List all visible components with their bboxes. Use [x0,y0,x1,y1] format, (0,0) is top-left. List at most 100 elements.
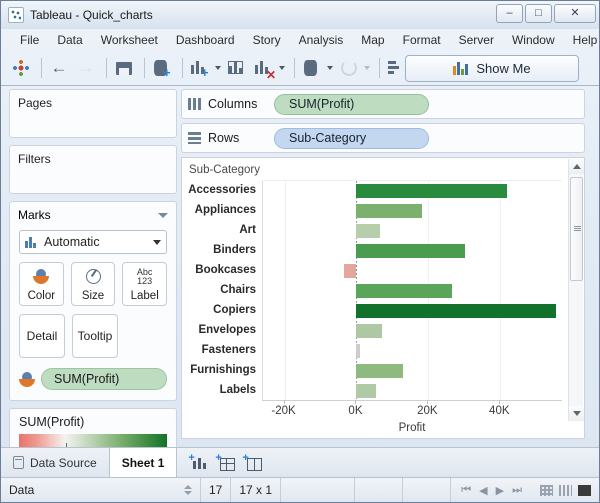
view-grid-icon[interactable] [540,484,553,496]
row-header-label[interactable]: Binders [182,240,262,260]
forward-arrow-icon[interactable]: → [74,56,98,80]
row-header-label[interactable]: Envelopes [182,320,262,340]
columns-shelf[interactable]: Columns SUM(Profit) [181,89,585,119]
scrollbar-thumb[interactable] [570,177,583,281]
row-header-label[interactable]: Bookcases [182,260,262,280]
tab-sheet-1[interactable]: Sheet 1 [109,448,178,477]
chevron-down-icon[interactable] [153,239,161,245]
minimize-button[interactable]: – [496,4,523,23]
nav-first-button[interactable]: ⏮ [461,484,471,497]
scroll-up-button[interactable] [569,159,584,174]
x-axis-title: Profit [398,422,426,434]
nav-prev-button[interactable]: ◀ [479,484,487,497]
row-header-label[interactable]: Furnishings [182,360,262,380]
menu-format[interactable]: Format [394,31,450,49]
view-fill-icon[interactable] [578,484,591,496]
marks-color-pill[interactable]: SUM(Profit) [41,368,167,390]
color-icon [19,371,35,387]
mark-type-value: Automatic [44,235,100,249]
menu-help[interactable]: Help [564,31,600,49]
show-me-button[interactable]: Show Me [405,55,579,82]
row-header-label[interactable]: Labels [182,380,262,400]
row-header-label[interactable]: Fasteners [182,340,262,360]
chevron-down-icon[interactable] [158,212,168,218]
mark-type-select[interactable]: Automatic [19,230,167,254]
scroll-down-button[interactable] [569,406,584,421]
bar-mark[interactable] [356,344,360,358]
toolbar-separator [106,58,107,78]
filters-card[interactable]: Filters [9,145,177,194]
detail-button[interactable]: Detail [19,314,65,358]
tab-data-source[interactable]: Data Source [1,448,110,477]
menu-data[interactable]: Data [48,31,91,49]
new-dashboard-tab-icon[interactable] [215,453,236,471]
tableau-home-icon[interactable] [9,56,33,80]
detail-button-label: Detail [26,329,58,343]
clear-sheet-icon[interactable]: ✕ [252,56,276,81]
menu-map[interactable]: Map [352,31,393,49]
pause-updates-icon[interactable] [300,56,324,80]
refresh-icon[interactable] [337,56,361,80]
menu-worksheet[interactable]: Worksheet [92,31,167,49]
menu-analysis[interactable]: Analysis [290,31,353,49]
back-arrow-icon[interactable]: ← [47,56,71,80]
chevron-down-icon[interactable] [215,66,221,70]
row-header-label[interactable]: Copiers [182,300,262,320]
row-header-label[interactable]: Appliances [182,200,262,220]
chevron-down-icon[interactable] [327,66,333,70]
menu-file[interactable]: File [11,31,48,49]
bar-mark[interactable] [356,204,422,218]
view-rows-icon[interactable] [559,484,572,496]
columns-pill-sum-profit[interactable]: SUM(Profit) [274,93,429,115]
add-data-source-icon[interactable]: + [150,56,174,80]
maximize-button[interactable]: □ [525,4,552,23]
menu-window[interactable]: Window [503,31,564,49]
tooltip-button[interactable]: Tooltip [72,314,118,358]
data-selector[interactable]: Data [1,478,201,502]
bar-mark[interactable] [356,364,404,378]
save-icon[interactable] [112,56,136,80]
rows-shelf[interactable]: Rows Sub-Category [181,123,585,153]
axis-tick [283,400,285,404]
nav-next-button[interactable]: ▶ [496,484,504,497]
new-worksheet-icon[interactable]: + [188,56,212,80]
stepper-icon[interactable] [184,485,192,495]
nav-last-button[interactable]: ⏭ [512,484,522,497]
bar-mark[interactable] [356,224,380,238]
status-bar: Data 17 17 x 1 ⏮ ◀ ▶ ⏭ [1,477,599,502]
row-field-header: Sub-Category [189,164,260,176]
bar-mark[interactable] [343,264,357,278]
label-button[interactable]: Abc 123 Label [122,262,168,306]
bar-mark[interactable] [356,244,466,258]
bar-mark[interactable] [356,324,382,338]
bar-mark[interactable] [356,184,508,198]
new-worksheet-tab-icon[interactable] [188,453,207,470]
menu-server[interactable]: Server [450,31,503,49]
bar-mark[interactable] [356,284,453,298]
pages-card[interactable]: Pages [9,89,177,138]
window-controls: – □ ✕ [496,4,596,23]
marks-header: Marks [10,202,176,227]
bar-row [263,241,562,261]
new-story-tab-icon[interactable] [242,453,263,471]
vertical-scrollbar[interactable] [568,159,584,421]
bar-mark[interactable] [356,384,377,398]
row-header-label[interactable]: Art [182,220,262,240]
filters-shelf[interactable] [10,171,176,193]
duplicate-sheet-icon[interactable] [225,56,249,80]
status-spacer-2 [355,478,404,502]
color-button[interactable]: Color [19,262,64,306]
row-header-label[interactable]: Accessories [182,180,262,200]
bar-row [263,221,562,241]
size-button[interactable]: Size [70,262,116,306]
bar-mark[interactable] [356,304,557,318]
close-button[interactable]: ✕ [554,4,596,23]
pages-shelf[interactable] [10,115,176,137]
rows-pill-sub-category[interactable]: Sub-Category [274,127,429,149]
chevron-down-icon[interactable] [279,66,285,70]
menu-dashboard[interactable]: Dashboard [167,31,244,49]
plot-area[interactable] [262,180,562,400]
menu-story[interactable]: Story [244,31,290,49]
row-header-label[interactable]: Chairs [182,280,262,300]
new-object-buttons [177,448,272,477]
